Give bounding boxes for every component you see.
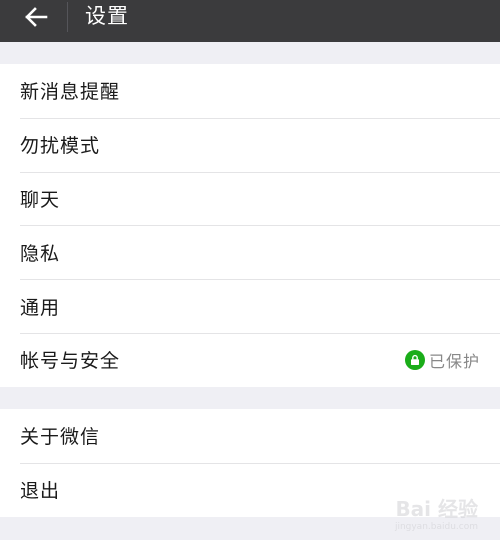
settings-item-general[interactable]: 通用 <box>0 279 500 333</box>
watermark-subtext: jingyan.baidu.com <box>394 522 478 532</box>
header-divider <box>67 2 68 32</box>
settings-item-account-security[interactable]: 帐号与安全 已保护 <box>0 332 500 387</box>
account-protected-status: 已保护 <box>404 348 480 372</box>
settings-item-label: 隐私 <box>20 242 61 265</box>
settings-item-label: 新消息提醒 <box>20 81 121 104</box>
watermark-text: Bai 经验 <box>395 497 478 521</box>
settings-item-label: 帐号与安全 <box>20 350 121 373</box>
settings-item-chat[interactable]: 聊天 <box>0 171 500 226</box>
settings-item-label: 关于微信 <box>20 426 101 449</box>
top-bar: 设置 <box>0 0 500 42</box>
settings-item-about[interactable]: 关于微信 <box>0 409 500 463</box>
settings-item-privacy[interactable]: 隐私 <box>0 225 500 279</box>
settings-item-label: 勿扰模式 <box>20 135 101 158</box>
baidu-jingyan-watermark: Bai 经验 jingyan.baidu.com <box>395 493 478 532</box>
settings-item-label: 退出 <box>20 480 61 503</box>
settings-item-new-message-notification[interactable]: 新消息提醒 <box>0 64 500 118</box>
page-title: 设置 <box>85 4 129 28</box>
back-arrow-icon <box>25 7 48 27</box>
status-text: 已保护 <box>428 351 480 371</box>
settings-group-main: 新消息提醒 勿扰模式 聊天 隐私 通用 帐号与安全 已保护 <box>0 64 500 387</box>
settings-item-do-not-disturb[interactable]: 勿扰模式 <box>0 117 500 172</box>
settings-item-label: 通用 <box>20 296 61 319</box>
lock-icon <box>404 349 425 370</box>
settings-item-label: 聊天 <box>20 188 61 211</box>
back-button[interactable] <box>14 0 58 34</box>
